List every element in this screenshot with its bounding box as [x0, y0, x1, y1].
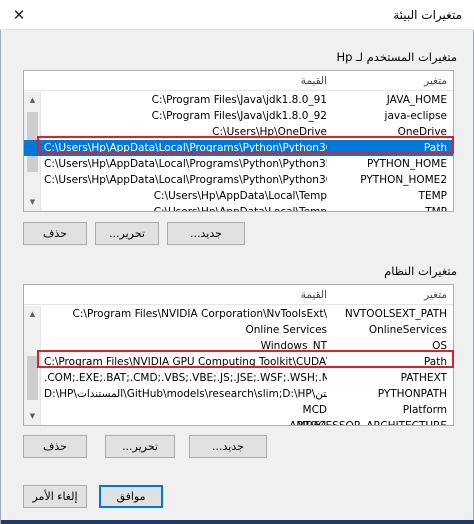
- table-row[interactable]: OneDrive C:\Users\Hp\OneDrive: [24, 124, 453, 140]
- variable-value: C:\Program Files\Java\jdk1.8.0_91: [151, 94, 327, 106]
- system-list-header: متغير القيمة: [24, 285, 453, 305]
- user-new-button[interactable]: جديد...: [167, 222, 245, 245]
- variable-name: PYTHON_HOME2: [360, 174, 447, 186]
- table-row[interactable]: PROCESSOR_ARCHITECTUREAMD64: [24, 418, 453, 425]
- variable-name: TEMP: [418, 190, 447, 202]
- variable-name: PYTHONPATH: [377, 388, 447, 400]
- system-delete-button[interactable]: حذف: [23, 435, 87, 458]
- table-row[interactable]: PYTHONPATH D:\HP\المستندات\GitHub\models\…: [24, 386, 453, 402]
- background-strip: [1, 520, 474, 524]
- variable-name: PATHEXT: [400, 372, 447, 384]
- variable-value: C:\Users\Hp\AppData\Local\Temp: [44, 206, 327, 211]
- table-row[interactable]: TMP C:\Users\Hp\AppData\Local\Temp: [24, 204, 453, 211]
- table-row[interactable]: PYTHON_HOME C:\Users\Hp\AppData\Local\Pro…: [24, 156, 453, 172]
- variable-name: Path: [423, 356, 447, 368]
- variable-value: C:\Users\Hp\AppData\Local\Programs\Pytho…: [44, 142, 327, 154]
- title-bar: ✕ متغيرات البيئة: [0, 0, 474, 30]
- variable-name: OS: [432, 340, 447, 352]
- variable-value: Windows_NT: [260, 340, 327, 352]
- variable-value: C:\Users\Hp\AppData\Local\Temp: [153, 190, 327, 202]
- table-row[interactable]: OS Windows_NT: [24, 338, 453, 354]
- system-col-value[interactable]: القيمة: [301, 289, 327, 301]
- system-variables-label: متغيرات النظام: [384, 264, 457, 278]
- table-row[interactable]: PYTHON_HOME2 C:\Users\Hp\AppData\Local\Pr…: [24, 172, 453, 188]
- variable-name: OnlineServices: [368, 324, 447, 336]
- table-row[interactable]: Path C:\Users\Hp\AppData\Local\Programs\P…: [24, 140, 453, 156]
- user-col-value[interactable]: القيمة: [301, 75, 327, 87]
- variable-value: Online Services: [245, 324, 327, 336]
- variable-value: C:\Users\Hp\OneDrive: [212, 126, 327, 138]
- system-col-variable[interactable]: متغير: [424, 289, 447, 301]
- table-row[interactable]: Path C:\Program Files\NVIDIA GPU Computin…: [24, 354, 453, 370]
- system-new-button[interactable]: جديد...: [189, 435, 267, 458]
- variable-name: Platform: [402, 404, 447, 416]
- variable-value: C:\Program Files\NVIDIA GPU Computing To…: [44, 356, 327, 368]
- system-list-body: ▲ ▼ NVTOOLSEXT_PATH C:\Program Files\NVID…: [24, 306, 453, 425]
- table-row[interactable]: PATHEXT .COM;.EXE;.BAT;.CMD;.VBS;.VBE;.JS…: [24, 370, 453, 386]
- user-delete-button[interactable]: حذف: [23, 222, 87, 245]
- variable-value: D:\HP\المستندات\GitHub\models\research\s…: [44, 388, 327, 400]
- table-row[interactable]: JAVA_HOME C:\Program Files\Java\jdk1.8.0_…: [24, 92, 453, 108]
- variable-name: PYTHON_HOME: [366, 158, 447, 170]
- environment-variables-dialog: متغيرات المستخدم لـ Hp متغير القيمة ▲ ▼ …: [0, 30, 474, 524]
- variable-name: JAVA_HOME: [386, 94, 447, 106]
- variable-value: C:\Users\Hp\AppData\Local\Programs\Pytho…: [44, 158, 327, 170]
- variable-value: C:\Program Files\Java\jdk1.8.0_92: [151, 110, 327, 122]
- system-variables-list[interactable]: متغير القيمة ▲ ▼ NVTOOLSEXT_PATH C:\Progr…: [23, 284, 454, 426]
- variable-name: NVTOOLSEXT_PATH: [344, 308, 447, 320]
- table-row[interactable]: NVTOOLSEXT_PATH C:\Program Files\NVIDIA C…: [24, 306, 453, 322]
- user-list-body: ▲ ▼ JAVA_HOME C:\Program Files\Java\jdk1.…: [24, 92, 453, 211]
- variable-name: java-eclipse: [384, 110, 447, 122]
- variable-value: C:\Users\Hp\AppData\Local\Programs\Pytho…: [44, 174, 327, 186]
- variable-name: Path: [423, 142, 447, 154]
- variable-value: .COM;.EXE;.BAT;.CMD;.VBS;.VBE;.JS;.JSE;.…: [44, 372, 327, 384]
- variable-name: OneDrive: [397, 126, 447, 138]
- table-row[interactable]: OnlineServices Online Services: [24, 322, 453, 338]
- ok-button[interactable]: موافق: [99, 485, 163, 508]
- variable-value: C:\Program Files\NVIDIA Corporation\NvTo…: [72, 308, 327, 320]
- variable-value: MCD: [302, 404, 327, 416]
- user-list-header: متغير القيمة: [24, 71, 453, 91]
- user-variables-list[interactable]: متغير القيمة ▲ ▼ JAVA_HOME C:\Program Fil…: [23, 70, 454, 212]
- close-icon[interactable]: ✕: [9, 5, 29, 25]
- table-row[interactable]: TEMP C:\Users\Hp\AppData\Local\Temp: [24, 188, 453, 204]
- user-col-variable[interactable]: متغير: [424, 75, 447, 87]
- variable-name: TMP: [425, 206, 447, 211]
- system-edit-button[interactable]: تحرير...: [105, 435, 175, 458]
- variable-value: AMD64: [44, 420, 327, 425]
- user-edit-button[interactable]: تحرير...: [95, 222, 159, 245]
- table-row[interactable]: java-eclipse C:\Program Files\Java\jdk1.8…: [24, 108, 453, 124]
- table-row[interactable]: Platform MCD: [24, 402, 453, 418]
- user-variables-label: متغيرات المستخدم لـ Hp: [336, 50, 457, 64]
- cancel-button[interactable]: إلغاء الأمر: [23, 485, 87, 508]
- window-title: متغيرات البيئة: [393, 8, 462, 22]
